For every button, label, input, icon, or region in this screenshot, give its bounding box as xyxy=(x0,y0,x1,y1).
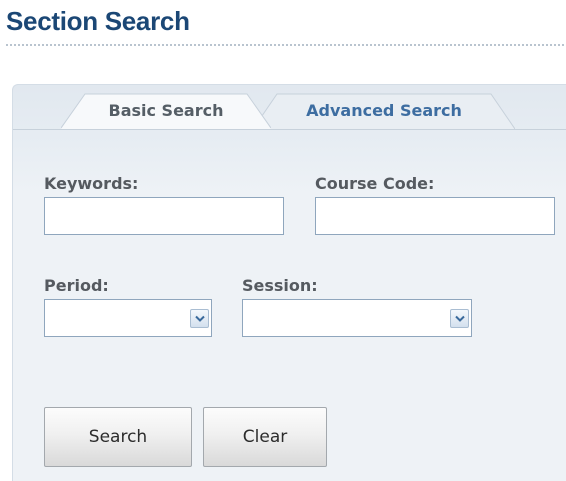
search-panel: Advanced Search Basic Search Keywords: C… xyxy=(12,84,566,481)
clear-button[interactable]: Clear xyxy=(203,407,327,467)
keywords-label: Keywords: xyxy=(44,174,139,193)
chevron-down-glyph xyxy=(195,315,205,322)
chevron-down-icon[interactable] xyxy=(450,309,469,328)
session-select[interactable] xyxy=(242,299,472,337)
period-label: Period: xyxy=(44,276,109,295)
course-code-label: Course Code: xyxy=(315,174,435,193)
page-title: Section Search xyxy=(6,6,190,36)
period-select[interactable] xyxy=(44,299,212,337)
search-button[interactable]: Search xyxy=(44,407,192,467)
tab-strip: Advanced Search Basic Search xyxy=(13,85,566,130)
chevron-down-icon[interactable] xyxy=(190,309,209,328)
tab-advanced-search[interactable]: Advanced Search xyxy=(253,93,515,129)
title-divider xyxy=(6,44,564,46)
section-search-page: Section Search Advanced Search Basic Sea… xyxy=(0,0,566,481)
keywords-input[interactable] xyxy=(44,197,284,235)
chevron-down-glyph xyxy=(455,315,465,322)
tab-basic-label: Basic Search xyxy=(108,101,224,120)
session-label: Session: xyxy=(242,276,318,295)
course-code-input[interactable] xyxy=(315,197,555,235)
tab-advanced-label: Advanced Search xyxy=(306,101,462,120)
tab-basic-search[interactable]: Basic Search xyxy=(61,93,271,129)
